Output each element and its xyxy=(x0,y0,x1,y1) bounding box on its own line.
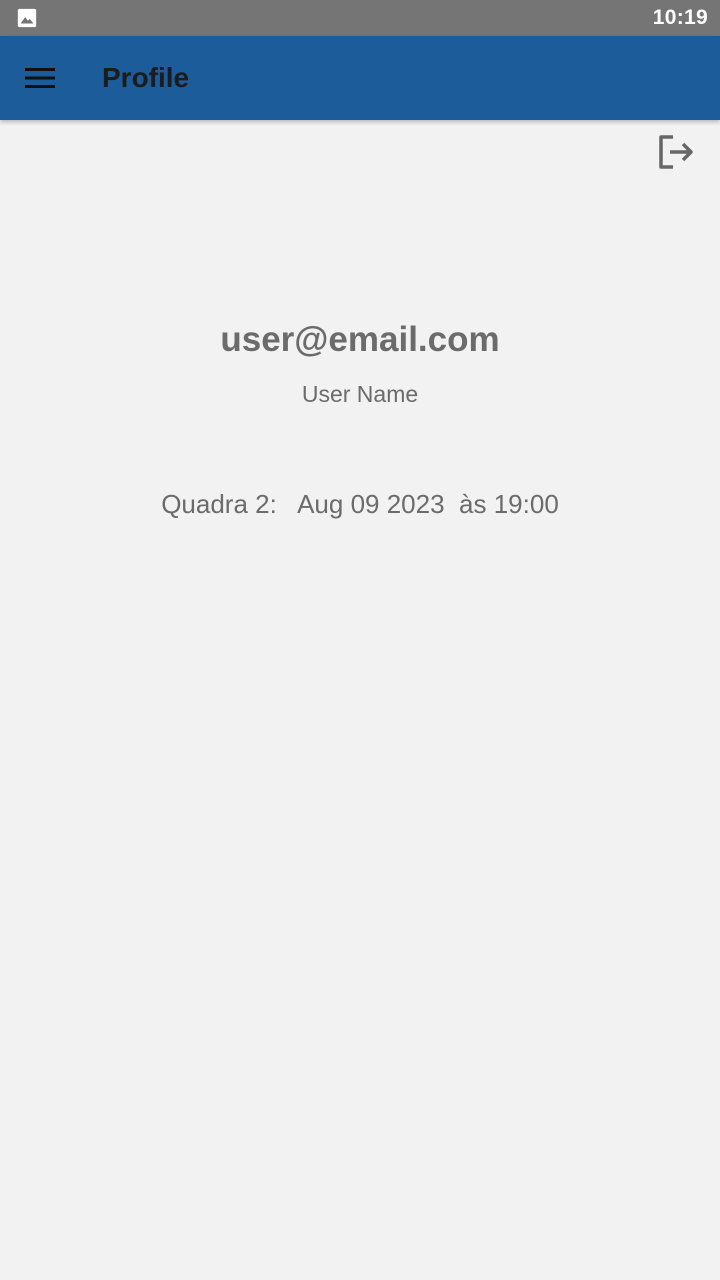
app-bar: Profile xyxy=(0,36,720,120)
status-time: 10:19 xyxy=(652,6,708,29)
user-email: user@email.com xyxy=(220,320,500,359)
booking-time: 19:00 xyxy=(493,489,559,519)
image-icon xyxy=(17,8,37,28)
booking-item: Quadra 2: Aug 09 2023 às 19:00 xyxy=(0,489,720,520)
booking-court: Quadra 2: xyxy=(161,489,277,519)
booking-date: Aug 09 2023 xyxy=(297,489,445,519)
logout-button[interactable] xyxy=(652,128,700,176)
hamburger-menu-icon xyxy=(25,68,55,88)
status-bar: 10:19 xyxy=(0,0,720,36)
logout-icon xyxy=(659,135,693,169)
menu-button[interactable] xyxy=(16,54,64,102)
booking-time-prefix: às xyxy=(459,489,487,519)
user-name: User Name xyxy=(301,381,419,407)
page-title: Profile xyxy=(102,62,190,93)
